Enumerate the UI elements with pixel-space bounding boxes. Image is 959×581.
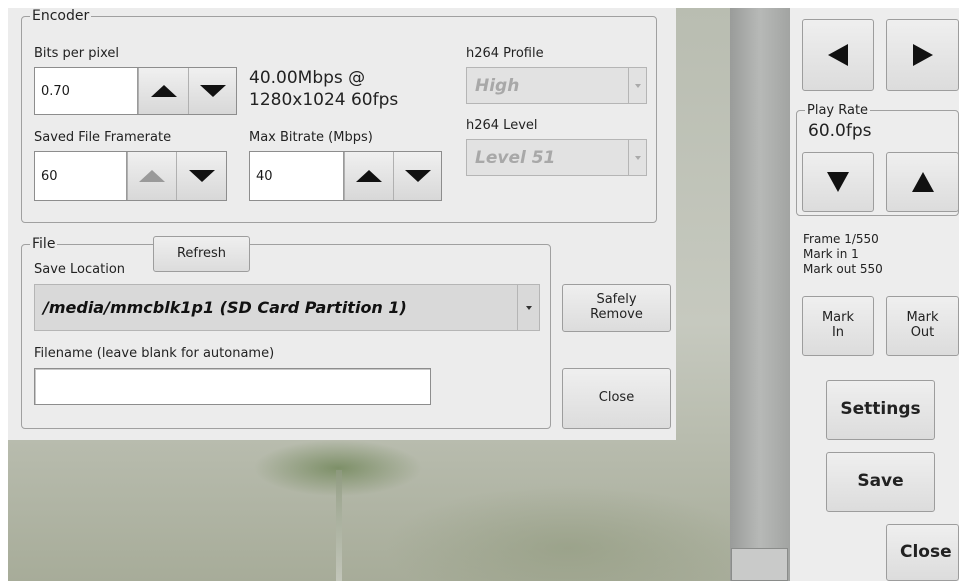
h264-profile-label: h264 Profile (466, 46, 544, 61)
safely-remove-label-1: Safely (596, 292, 637, 308)
safely-remove-label-2: Remove (590, 307, 643, 322)
dropdown-arrow-icon (628, 140, 646, 175)
settings-button[interactable]: Settings (826, 380, 935, 440)
framerate-input[interactable]: 60 (35, 152, 127, 200)
save-location-label: Save Location (34, 262, 126, 277)
arrow-down-icon (827, 172, 849, 192)
scrollbar-thumb[interactable] (731, 548, 788, 581)
file-legend: File (32, 236, 56, 252)
filename-label: Filename (leave blank for autoname) (34, 346, 275, 361)
framerate-label: Saved File Framerate (34, 130, 172, 145)
prev-frame-button[interactable] (802, 19, 874, 91)
mark-in-info: Mark in 1 (803, 247, 859, 261)
h264-profile-value: High (475, 75, 520, 96)
save-button[interactable]: Save (826, 452, 935, 512)
safely-remove-button[interactable]: Safely Remove (562, 284, 671, 332)
dialog-close-button[interactable]: Close (562, 368, 671, 429)
mark-out-label-2: Out (910, 325, 935, 340)
framerate-down-button[interactable] (176, 152, 226, 200)
arrow-right-icon (912, 44, 933, 66)
bpp-up-button[interactable] (138, 68, 188, 114)
arrow-up-icon (139, 170, 165, 182)
max-bitrate-label: Max Bitrate (Mbps) (249, 130, 373, 145)
bitrate-info-line1: 40.00Mbps @ (249, 68, 366, 88)
dropdown-arrow-icon (628, 68, 646, 103)
bpp-label: Bits per pixel (34, 46, 120, 61)
next-frame-button[interactable] (886, 19, 959, 91)
framerate-spinbox: 60 (34, 151, 227, 201)
bpp-spinbox: 0.70 (34, 67, 237, 115)
max-bitrate-up-button[interactable] (344, 152, 393, 200)
arrow-down-icon (188, 170, 215, 182)
play-rate-legend: Play Rate (807, 103, 869, 118)
scrollbar-track[interactable] (730, 8, 790, 581)
filename-input[interactable] (34, 368, 431, 405)
mark-in-label-2: In (831, 325, 845, 340)
refresh-button[interactable]: Refresh (153, 236, 250, 272)
save-location-select[interactable]: /media/mmcblk1p1 (SD Card Partition 1) (34, 284, 540, 331)
bpp-down-button[interactable] (188, 68, 236, 114)
max-bitrate-input[interactable]: 40 (250, 152, 344, 200)
play-rate-value: 60.0fps (808, 121, 872, 141)
arrow-down-icon (199, 85, 226, 97)
arrow-left-icon (828, 44, 848, 66)
save-location-value: /media/mmcblk1p1 (SD Card Partition 1) (43, 298, 407, 317)
close-player-button[interactable]: Close (886, 524, 959, 581)
mark-out-label-1: Mark (906, 310, 939, 326)
play-rate-up-button[interactable] (886, 152, 959, 212)
bitrate-info-line2: 1280x1024 60fps (249, 90, 399, 110)
h264-level-value: Level 51 (475, 147, 556, 168)
video-preview-detail (336, 470, 342, 581)
h264-level-select[interactable]: Level 51 (466, 139, 647, 176)
mark-in-label-1: Mark (821, 310, 855, 326)
mark-out-info: Mark out 550 (803, 262, 883, 276)
max-bitrate-down-button[interactable] (393, 152, 441, 200)
framerate-up-button[interactable] (127, 152, 176, 200)
mark-out-button[interactable]: Mark Out (886, 296, 959, 356)
dropdown-arrow-icon (517, 285, 539, 330)
h264-profile-select[interactable]: High (466, 67, 647, 104)
arrow-down-icon (404, 170, 431, 182)
arrow-up-icon (150, 85, 177, 97)
bpp-input[interactable]: 0.70 (35, 68, 138, 114)
max-bitrate-spinbox: 40 (249, 151, 442, 201)
play-rate-down-button[interactable] (802, 152, 874, 212)
h264-level-label: h264 Level (466, 118, 538, 133)
encoder-legend: Encoder (32, 8, 90, 24)
arrow-up-icon (911, 172, 934, 192)
frame-info: Frame 1/550 (803, 232, 879, 246)
mark-in-button[interactable]: Mark In (802, 296, 874, 356)
arrow-up-icon (356, 170, 382, 182)
